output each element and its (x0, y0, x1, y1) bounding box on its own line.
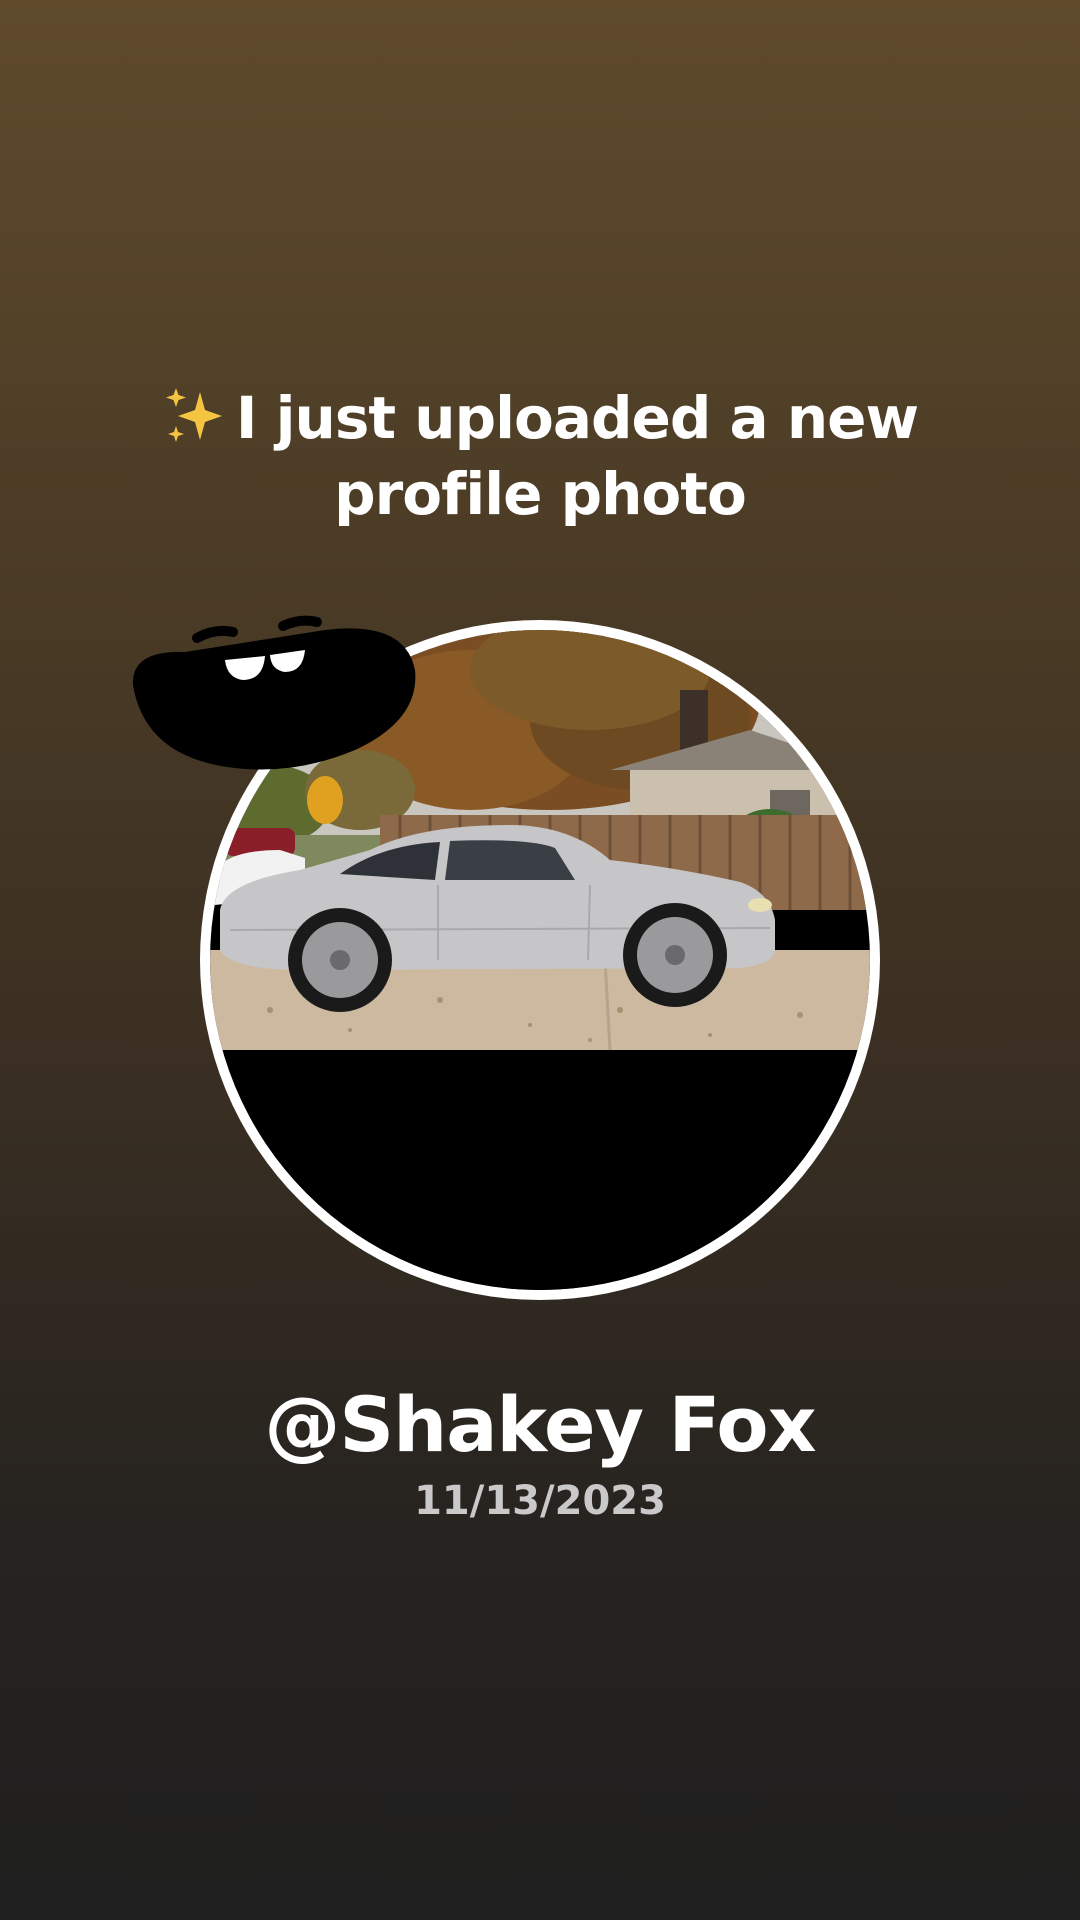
sparkles-icon (165, 388, 222, 442)
headline-text-line-1: I just uploaded a new (235, 384, 919, 452)
laughing-mouth-sticker-icon (132, 615, 416, 770)
headline: I just uploaded a new profile photo (90, 380, 990, 532)
headline-text-line-2: profile photo (334, 460, 747, 528)
headline-line-1: I just uploaded a new (90, 380, 990, 456)
post-date: 11/13/2023 (414, 1478, 666, 1524)
username[interactable]: @Shakey Fox (0, 1380, 1080, 1469)
